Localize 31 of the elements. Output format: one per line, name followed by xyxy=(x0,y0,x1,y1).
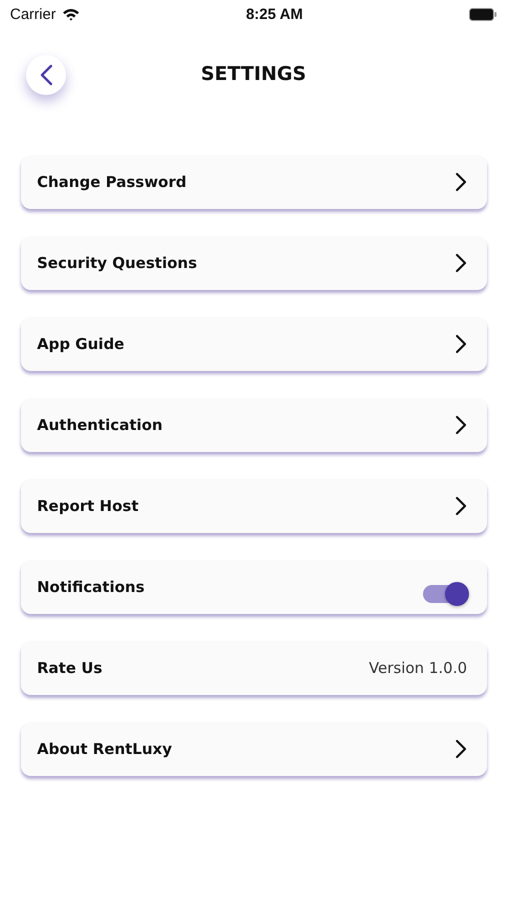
row-label: Authentication xyxy=(37,416,163,434)
back-button[interactable] xyxy=(26,55,66,95)
settings-row[interactable]: About RentLuxy xyxy=(21,722,487,776)
settings-row[interactable]: Authentication xyxy=(21,398,487,452)
settings-row[interactable]: App Guide xyxy=(21,317,487,371)
back-chevron-icon xyxy=(39,64,53,86)
chevron-right-icon xyxy=(455,739,467,759)
version-text: Version 1.0.0 xyxy=(368,659,467,677)
chevron-right-icon xyxy=(455,496,467,516)
battery-icon xyxy=(469,8,497,20)
wifi-icon xyxy=(62,8,80,20)
row-label: App Guide xyxy=(37,335,124,353)
row-label: Report Host xyxy=(37,497,139,515)
notifications-toggle[interactable] xyxy=(423,585,467,603)
chevron-right-icon xyxy=(455,415,467,435)
settings-row[interactable]: Rate Us Version 1.0.0 xyxy=(21,641,487,695)
row-label: Notifications xyxy=(37,578,145,596)
page-title: SETTINGS xyxy=(200,63,306,85)
settings-row[interactable]: Security Questions xyxy=(21,236,487,290)
chevron-right-icon xyxy=(455,334,467,354)
row-label: Change Password xyxy=(37,173,186,191)
status-time: 8:25 AM xyxy=(246,6,303,22)
row-label: Rate Us xyxy=(37,659,102,677)
settings-row[interactable]: Report Host xyxy=(21,479,487,533)
row-label: About RentLuxy xyxy=(37,740,172,758)
chevron-right-icon xyxy=(455,172,467,192)
chevron-right-icon xyxy=(455,253,467,273)
carrier-label: Carrier xyxy=(10,6,56,22)
settings-row[interactable]: Change Password xyxy=(21,155,487,209)
settings-row[interactable]: Notifications xyxy=(21,560,487,614)
row-label: Security Questions xyxy=(37,254,198,272)
